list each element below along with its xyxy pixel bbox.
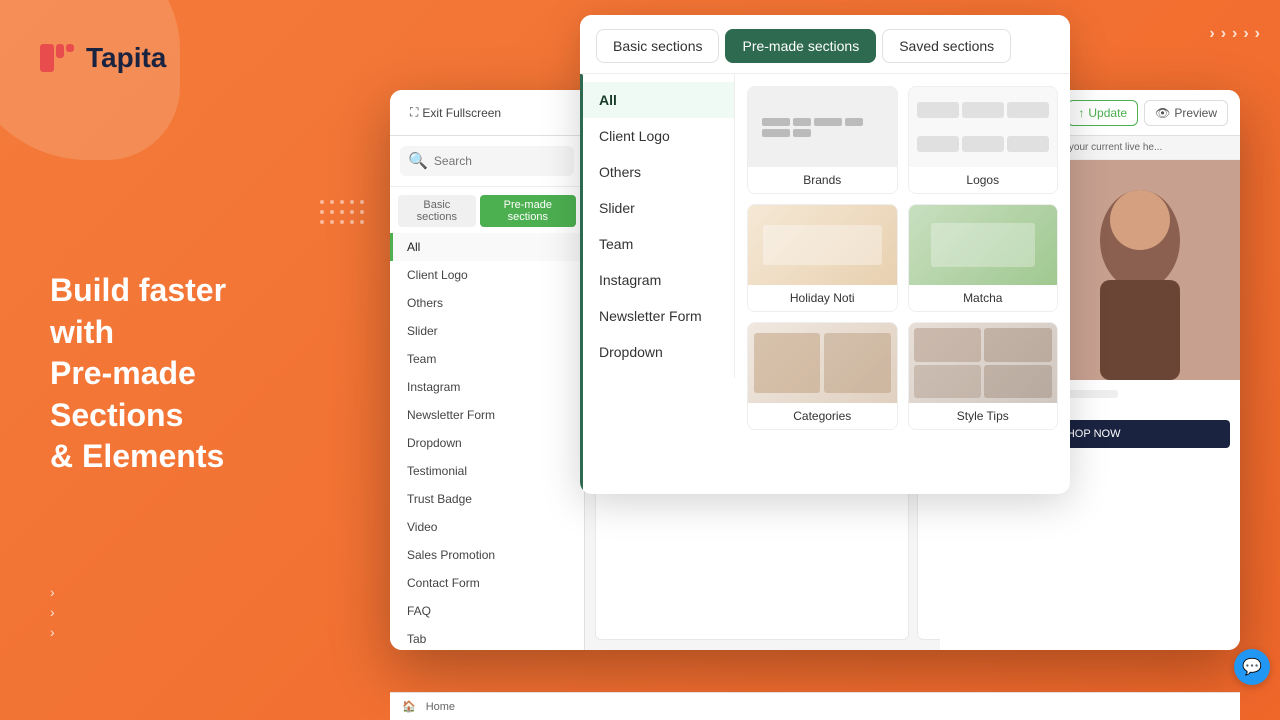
update-icon: ↑ — [1078, 106, 1084, 120]
sidebar-item-video[interactable]: Video — [390, 513, 584, 541]
bottom-bar: 🏠 Home — [390, 692, 1240, 720]
popup-nav-slider[interactable]: Slider — [580, 190, 734, 226]
popup-tab-basic[interactable]: Basic sections — [596, 29, 719, 63]
sidebar-item-sales-promo[interactable]: Sales Promotion — [390, 541, 584, 569]
popup-card-categories[interactable]: Categories — [747, 322, 898, 430]
sidebar-tab-basic[interactable]: Basic sections — [398, 195, 476, 227]
preview-icon: 👁 — [1155, 106, 1170, 120]
popup-tab-saved[interactable]: Saved sections — [882, 29, 1011, 63]
sidebar-item-contact[interactable]: Contact Form — [390, 569, 584, 597]
popup-card-logos-img — [909, 87, 1058, 167]
sidebar-item-faq[interactable]: FAQ — [390, 597, 584, 625]
popup-card-logos[interactable]: Logos — [908, 86, 1059, 194]
popup-nav-all[interactable]: All — [580, 82, 734, 118]
sidebar-nav: All Client Logo Others Slider Team Insta… — [390, 227, 584, 650]
sidebar-item-tab[interactable]: Tab — [390, 625, 584, 650]
popup-card-styletips-img — [909, 323, 1058, 403]
search-icon: 🔍 — [408, 151, 428, 171]
popup-nav: All Client Logo Others Slider Team Insta… — [580, 74, 735, 378]
popup-card-brands-img — [748, 87, 897, 167]
popup-card-brands[interactable]: Brands — [747, 86, 898, 194]
chevron-indicators: › › › — [50, 584, 55, 640]
search-input-wrap[interactable]: 🔍 — [400, 146, 574, 176]
sidebar-item-others[interactable]: Others — [390, 289, 584, 317]
sidebar-item-testimonial[interactable]: Testimonial — [390, 457, 584, 485]
popup-card-matcha-img — [909, 205, 1058, 285]
popup-nav-client-logo[interactable]: Client Logo — [580, 118, 734, 154]
chat-widget[interactable]: 💬 — [1234, 649, 1270, 685]
nav-active-bar — [580, 74, 583, 494]
update-button[interactable]: ↑ Update — [1067, 100, 1138, 126]
hero-text-block: Build faster with Pre-made Sections & El… — [50, 270, 330, 478]
sidebar-item-team[interactable]: Team — [390, 345, 584, 373]
popup-tab-basic-label: Basic sections — [613, 38, 702, 54]
sidebar: 🔍 Basic sections Pre-made sections All C… — [390, 136, 585, 650]
popup-card-holiday[interactable]: Holiday Noti — [747, 204, 898, 312]
hero-heading: Build faster with Pre-made Sections & El… — [50, 270, 330, 478]
popup-content: Brands Logos — [735, 74, 1070, 494]
popup-card-holiday-label: Holiday Noti — [748, 285, 897, 311]
popup-tab-premade[interactable]: Pre-made sections — [725, 29, 876, 63]
chevron-1: › — [50, 584, 55, 600]
sidebar-item-newsletter[interactable]: Newsletter Form — [390, 401, 584, 429]
sidebar-item-slider[interactable]: Slider — [390, 317, 584, 345]
search-input[interactable] — [434, 154, 566, 168]
preview-button[interactable]: 👁 Preview — [1144, 100, 1228, 126]
chat-icon: 💬 — [1242, 657, 1262, 677]
arrows-topright: › › › › › — [1209, 25, 1260, 43]
popup-card-holiday-img — [748, 205, 897, 285]
breadcrumb-home[interactable]: Home — [426, 701, 455, 713]
tab-premade-label: Pre-made sections — [504, 199, 552, 223]
sidebar-tabs: Basic sections Pre-made sections — [390, 187, 584, 227]
popup-card-logos-label: Logos — [909, 167, 1058, 193]
logo-text: Tapita — [86, 42, 166, 74]
popup-card-styletips-label: Style Tips — [909, 403, 1058, 429]
sidebar-item-client-logo[interactable]: Client Logo — [390, 261, 584, 289]
exit-icon: ⛶ — [410, 105, 418, 120]
sidebar-item-instagram[interactable]: Instagram — [390, 373, 584, 401]
home-icon: 🏠 — [402, 700, 416, 713]
popup-card-matcha[interactable]: Matcha — [908, 204, 1059, 312]
preview-label: Preview — [1174, 106, 1217, 120]
popup-body: All Client Logo Others Slider Team Insta… — [580, 74, 1070, 494]
sidebar-item-trust-badge[interactable]: Trust Badge — [390, 485, 584, 513]
popup-nav-team[interactable]: Team — [580, 226, 734, 262]
popup-card-matcha-label: Matcha — [909, 285, 1058, 311]
popup-card-categories-img — [748, 323, 897, 403]
exit-fullscreen-button[interactable]: ⛶ Exit Fullscreen — [402, 101, 509, 124]
popup-nav-newsletter[interactable]: Newsletter Form — [580, 298, 734, 334]
popup-card-brands-label: Brands — [748, 167, 897, 193]
dots-pattern-left — [320, 200, 364, 224]
popup-tab-saved-label: Saved sections — [899, 38, 994, 54]
popup-nav-instagram[interactable]: Instagram — [580, 262, 734, 298]
brands-row — [756, 118, 889, 137]
tapita-logo-icon — [40, 40, 76, 76]
popup-section-grid: Brands Logos — [747, 86, 1058, 430]
popup-card-styletips[interactable]: Style Tips — [908, 322, 1059, 430]
sidebar-item-dropdown[interactable]: Dropdown — [390, 429, 584, 457]
tab-basic-label: Basic sections — [417, 199, 457, 223]
chevron-3: › — [50, 624, 55, 640]
blob-decoration — [0, 0, 180, 160]
update-label: Update — [1088, 106, 1127, 120]
popup-tabs: Basic sections Pre-made sections Saved s… — [580, 15, 1070, 74]
popup-nav-container: All Client Logo Others Slider Team Insta… — [580, 74, 735, 494]
popup-card-categories-label: Categories — [748, 403, 897, 429]
chevron-2: › — [50, 604, 55, 620]
premade-sections-popup: Basic sections Pre-made sections Saved s… — [580, 15, 1070, 494]
popup-nav-others[interactable]: Others — [580, 154, 734, 190]
sidebar-search-area: 🔍 — [390, 136, 584, 187]
popup-tab-premade-label: Pre-made sections — [742, 38, 859, 54]
sidebar-item-all[interactable]: All — [390, 233, 584, 261]
logo-area: Tapita — [40, 40, 166, 76]
popup-nav-dropdown[interactable]: Dropdown — [580, 334, 734, 370]
sidebar-tab-premade[interactable]: Pre-made sections — [480, 195, 576, 227]
exit-fullscreen-label: Exit Fullscreen — [422, 106, 501, 120]
